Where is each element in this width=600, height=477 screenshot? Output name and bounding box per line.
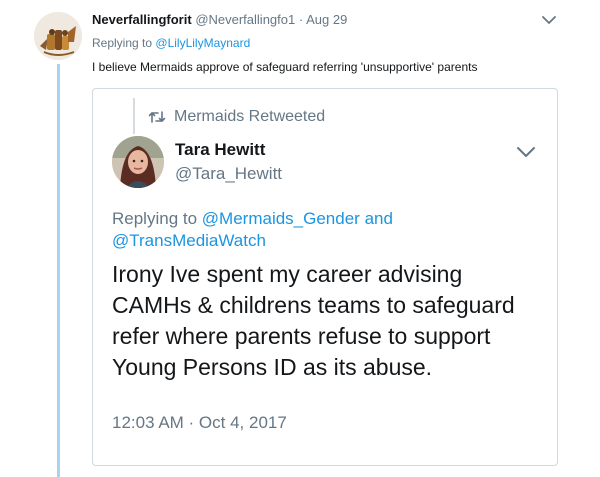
outer-display-name[interactable]: Neverfallingforit (92, 12, 192, 27)
inner-display-name[interactable]: Tara Hewitt (175, 140, 265, 160)
outer-handle[interactable]: @Neverfallingfo1 (195, 12, 295, 27)
retweet-context-bar (133, 98, 135, 134)
outer-replying-to: Replying to @LilyLilyMaynard (92, 36, 250, 50)
thread-connector-line (57, 64, 60, 477)
outer-replying-link[interactable]: @LilyLilyMaynard (155, 36, 250, 50)
inner-tweet-avatar[interactable] (112, 136, 164, 188)
inner-tweet-text: Irony Ive spent my career advising CAMHs… (112, 259, 542, 383)
outer-tweet-header: Neverfallingforit @Neverfallingfo1 · Aug… (92, 12, 347, 28)
inner-handle[interactable]: @Tara_Hewitt (175, 164, 282, 184)
outer-replying-prefix: Replying to (92, 36, 153, 50)
tweet-text-line: CAMHs & childrens teams to safeguard (112, 292, 515, 318)
inner-replying-link-1[interactable]: @Mermaids_Gender (202, 209, 360, 228)
inner-replying-to: Replying to @Mermaids_Gender and @TransM… (112, 208, 393, 252)
chevron-down-icon[interactable] (516, 146, 536, 159)
tweet-text-line: refer where parents refuse to support (112, 323, 491, 349)
inner-replying-link-2[interactable]: @TransMediaWatch (112, 231, 266, 250)
outer-separator: · (298, 12, 304, 27)
retweet-label[interactable]: Mermaids Retweeted (174, 108, 325, 126)
inner-replying-and[interactable]: and (365, 209, 393, 228)
chevron-down-icon[interactable] (542, 15, 556, 25)
tweet-text-line: Irony Ive spent my career advising (112, 261, 463, 287)
inner-timestamp[interactable]: 12:03 AM · Oct 4, 2017 (112, 413, 287, 433)
outer-tweet-text: I believe Mermaids approve of safeguard … (92, 60, 478, 74)
retweet-icon (148, 111, 166, 123)
tweet-screenshot: Neverfallingforit @Neverfallingfo1 · Aug… (0, 0, 600, 477)
outer-date[interactable]: Aug 29 (306, 12, 347, 27)
retweet-context: Mermaids Retweeted (148, 108, 325, 126)
outer-tweet-avatar[interactable] (34, 12, 82, 60)
inner-replying-prefix: Replying to (112, 209, 198, 228)
tweet-text-line: Young Persons ID as its abuse. (112, 354, 433, 380)
